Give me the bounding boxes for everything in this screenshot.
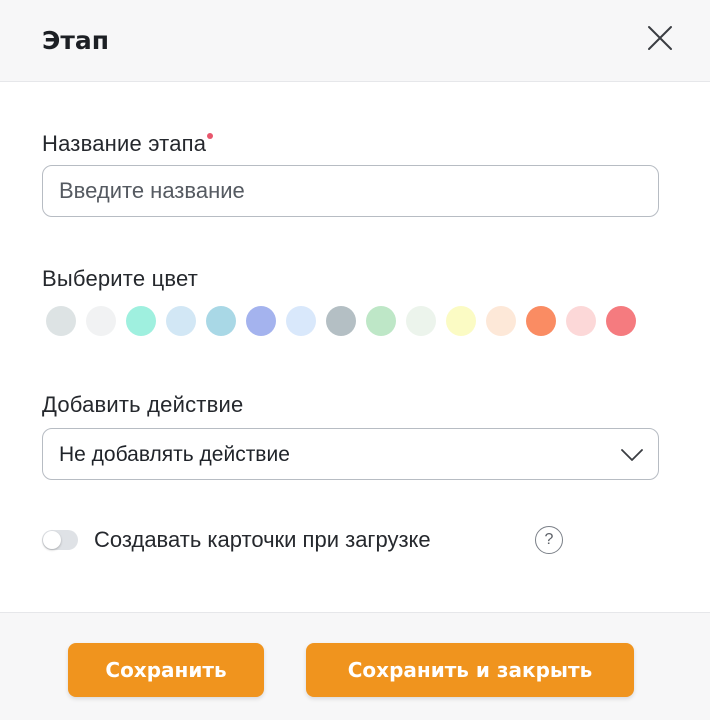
color-swatch[interactable] [46,306,76,336]
help-icon[interactable]: ? [535,526,563,554]
stage-name-label: Название этапа [42,131,214,157]
color-swatch[interactable] [126,306,156,336]
required-indicator [207,133,214,139]
action-label: Добавить действие [42,392,244,417]
color-swatch[interactable] [326,306,356,336]
color-swatch[interactable] [406,306,436,336]
color-swatch[interactable] [206,306,236,336]
chevron-down-icon [621,449,643,461]
color-swatch[interactable] [86,306,116,336]
color-swatch[interactable] [246,306,276,336]
dialog-header: Этап [0,0,710,82]
create-cards-toggle[interactable] [42,530,78,550]
color-swatch[interactable] [286,306,316,336]
close-button[interactable] [644,22,676,54]
stage-name-input[interactable] [42,165,659,217]
color-swatch[interactable] [566,306,596,336]
toggle-knob [43,531,61,549]
stage-dialog: Этап Название этапа Выберите цвет Добави… [0,0,710,720]
close-icon [648,26,672,50]
save-button[interactable]: Сохранить [68,643,264,697]
save-and-close-button[interactable]: Сохранить и закрыть [306,643,634,697]
dialog-title: Этап [42,26,109,55]
color-label: Выберите цвет [42,266,198,291]
color-swatch[interactable] [526,306,556,336]
dialog-footer: Сохранить Сохранить и закрыть [0,612,710,720]
action-select[interactable]: Не добавлять действие [42,428,659,480]
color-swatch[interactable] [486,306,516,336]
color-swatch[interactable] [366,306,396,336]
create-cards-label: Создавать карточки при загрузке [94,527,431,552]
color-swatch[interactable] [606,306,636,336]
stage-name-label-text: Название этапа [42,131,207,156]
color-swatch[interactable] [166,306,196,336]
color-swatch[interactable] [446,306,476,336]
color-picker [46,306,636,336]
action-select-value: Не добавлять действие [59,443,290,466]
